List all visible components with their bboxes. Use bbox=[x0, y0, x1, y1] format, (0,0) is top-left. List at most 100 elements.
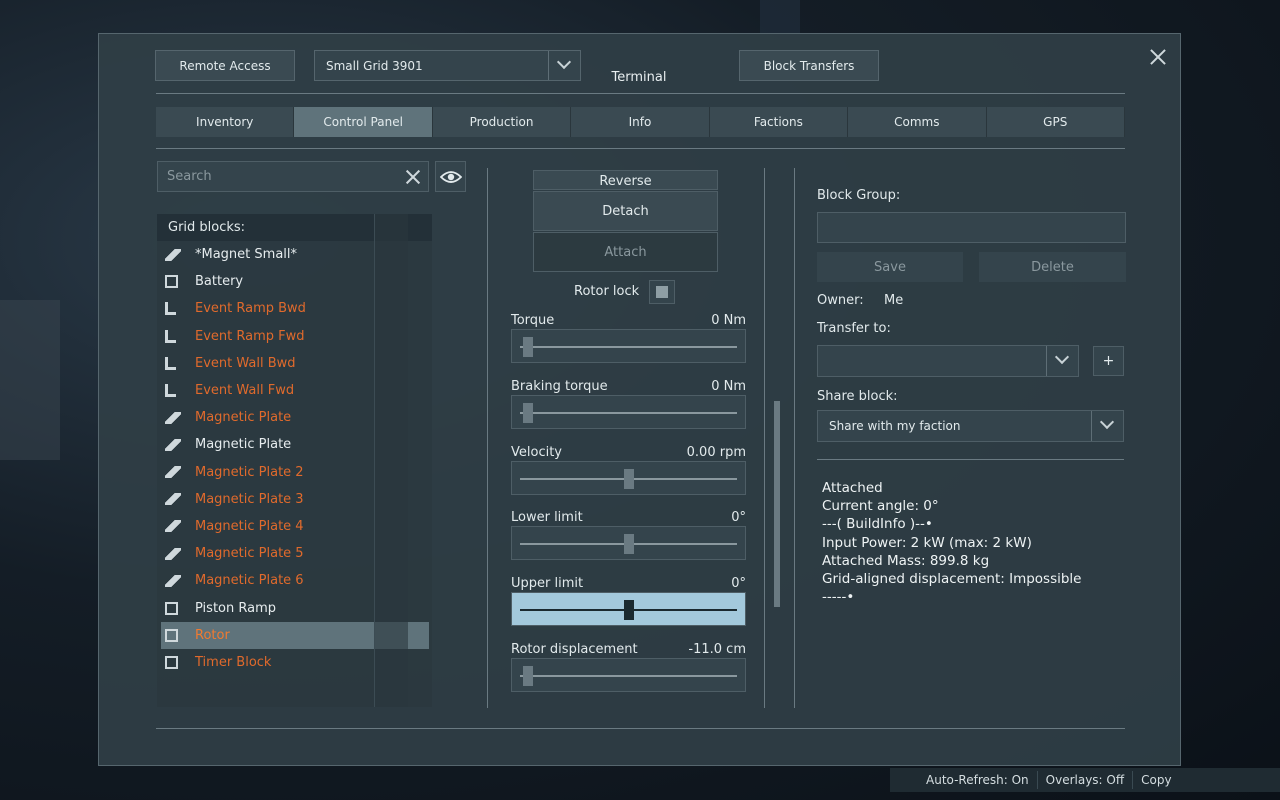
list-item-label: Magnetic Plate bbox=[195, 410, 292, 426]
chevron-down-icon[interactable] bbox=[1091, 411, 1123, 441]
slider-knob[interactable] bbox=[523, 666, 533, 686]
box-icon bbox=[165, 601, 178, 615]
plate-icon bbox=[165, 493, 181, 506]
tab-factions[interactable]: Factions bbox=[709, 107, 849, 137]
remote-access-button[interactable]: Remote Access bbox=[155, 50, 295, 81]
list-item-label: Event Ramp Fwd bbox=[195, 328, 305, 344]
rotor-displacement-label: Rotor displacement bbox=[511, 642, 638, 657]
detach-button[interactable]: Detach bbox=[533, 191, 718, 231]
tab-comms[interactable]: Comms bbox=[848, 107, 987, 137]
search-placeholder: Search bbox=[167, 169, 212, 184]
add-button[interactable]: + bbox=[1093, 346, 1124, 376]
lower-limit-slider[interactable] bbox=[511, 526, 746, 560]
grid-select[interactable]: Small Grid 3901 bbox=[314, 50, 581, 81]
transfer-label: Transfer to: bbox=[817, 321, 891, 336]
list-item-label: Event Wall Bwd bbox=[195, 355, 296, 371]
rotor-lock-checkbox[interactable] bbox=[649, 280, 675, 304]
rotor-displacement-value: -11.0 cm bbox=[688, 642, 746, 657]
list-item-label: *Magnet Small* bbox=[195, 247, 298, 263]
eye-icon bbox=[440, 171, 462, 183]
velocity-label: Velocity bbox=[511, 445, 562, 460]
tab-info[interactable]: Info bbox=[571, 107, 710, 137]
block-info-text: Attached Current angle: 0° ---( BuildInf… bbox=[822, 480, 1082, 606]
list-item-label: Piston Ramp bbox=[195, 600, 276, 616]
list-item-label: Magnetic Plate 6 bbox=[195, 573, 304, 589]
torque-value: 0 Nm bbox=[711, 313, 746, 328]
torque-label: Torque bbox=[511, 313, 555, 328]
tab-control-panel[interactable]: Control Panel bbox=[294, 107, 433, 137]
plate-icon bbox=[165, 547, 181, 560]
slider-knob[interactable] bbox=[523, 337, 533, 357]
list-item-label: Event Ramp Bwd bbox=[195, 301, 306, 317]
block-transfers-button[interactable]: Block Transfers bbox=[739, 50, 879, 81]
overlays-toggle[interactable]: Overlays: Off bbox=[1046, 773, 1124, 787]
slider-knob[interactable] bbox=[624, 534, 634, 554]
torque-slider[interactable] bbox=[511, 329, 746, 363]
list-item-label: Timer Block bbox=[195, 654, 272, 670]
transfer-select[interactable] bbox=[817, 345, 1079, 377]
upper-limit-label: Upper limit bbox=[511, 576, 584, 591]
copy-button[interactable]: Copy bbox=[1141, 773, 1171, 787]
block-list-scrollbar[interactable] bbox=[374, 214, 408, 707]
velocity-slider[interactable] bbox=[511, 461, 746, 495]
rotor-lock-label: Rotor lock bbox=[574, 284, 640, 299]
plate-icon bbox=[165, 411, 181, 424]
braking-torque-value: 0 Nm bbox=[711, 379, 746, 394]
block-group-label: Block Group: bbox=[817, 188, 901, 203]
save-button[interactable]: Save bbox=[817, 252, 963, 282]
close-icon[interactable] bbox=[1147, 46, 1169, 68]
box-icon bbox=[165, 655, 178, 669]
tab-inventory[interactable]: Inventory bbox=[156, 107, 295, 137]
owner-label: Owner: bbox=[817, 293, 864, 308]
plate-icon bbox=[165, 520, 181, 533]
list-item-label: Event Wall Fwd bbox=[195, 383, 295, 399]
rotor-displacement-slider[interactable] bbox=[511, 658, 746, 692]
share-select[interactable]: Share with my faction bbox=[817, 410, 1124, 442]
box-icon bbox=[165, 275, 178, 289]
box-icon bbox=[165, 628, 178, 642]
background-structure bbox=[0, 300, 60, 460]
delete-button[interactable]: Delete bbox=[979, 252, 1126, 282]
tab-bar: Inventory Control Panel Production Info … bbox=[156, 107, 1125, 137]
status-bar: Auto-Refresh: On Overlays: Off Copy bbox=[890, 768, 1280, 792]
divider bbox=[487, 168, 488, 708]
ramp-icon bbox=[165, 329, 176, 343]
block-group-input[interactable] bbox=[817, 212, 1126, 243]
divider bbox=[817, 459, 1124, 460]
divider bbox=[794, 168, 795, 708]
reverse-button[interactable]: Reverse bbox=[533, 170, 718, 190]
slider-knob[interactable] bbox=[624, 469, 634, 489]
search-input[interactable]: Search bbox=[157, 161, 429, 192]
attach-button[interactable]: Attach bbox=[533, 232, 718, 272]
divider bbox=[156, 148, 1125, 149]
braking-torque-label: Braking torque bbox=[511, 379, 608, 394]
grid-name: Small Grid 3901 bbox=[326, 58, 423, 73]
tab-production[interactable]: Production bbox=[432, 107, 572, 137]
page-title: Terminal bbox=[611, 70, 667, 85]
plate-icon bbox=[165, 438, 181, 451]
ramp-icon bbox=[165, 302, 176, 316]
list-item-label: Magnetic Plate 2 bbox=[195, 464, 304, 480]
chevron-down-icon[interactable] bbox=[1046, 346, 1078, 376]
list-item-label: Magnetic Plate 5 bbox=[195, 546, 304, 562]
show-hidden-toggle[interactable] bbox=[435, 161, 466, 192]
ramp-icon bbox=[165, 384, 176, 398]
share-select-value: Share with my faction bbox=[829, 419, 961, 433]
chevron-down-icon[interactable] bbox=[548, 51, 580, 80]
list-item-label: Battery bbox=[195, 274, 244, 290]
list-item-label: Magnetic Plate bbox=[195, 437, 292, 453]
upper-limit-value: 0° bbox=[731, 576, 746, 591]
auto-refresh-toggle[interactable]: Auto-Refresh: On bbox=[926, 773, 1029, 787]
divider bbox=[156, 93, 1125, 94]
list-item-label: Magnetic Plate 4 bbox=[195, 518, 304, 534]
clear-search-icon[interactable] bbox=[406, 170, 420, 184]
slider-knob[interactable] bbox=[624, 600, 634, 620]
controls-scrollbar[interactable] bbox=[774, 401, 780, 607]
slider-knob[interactable] bbox=[523, 403, 533, 423]
owner-value: Me bbox=[884, 293, 904, 308]
plate-icon bbox=[165, 574, 181, 587]
share-block-label: Share block: bbox=[817, 389, 898, 404]
tab-gps[interactable]: GPS bbox=[986, 107, 1125, 137]
upper-limit-slider[interactable] bbox=[511, 592, 746, 626]
braking-torque-slider[interactable] bbox=[511, 395, 746, 429]
